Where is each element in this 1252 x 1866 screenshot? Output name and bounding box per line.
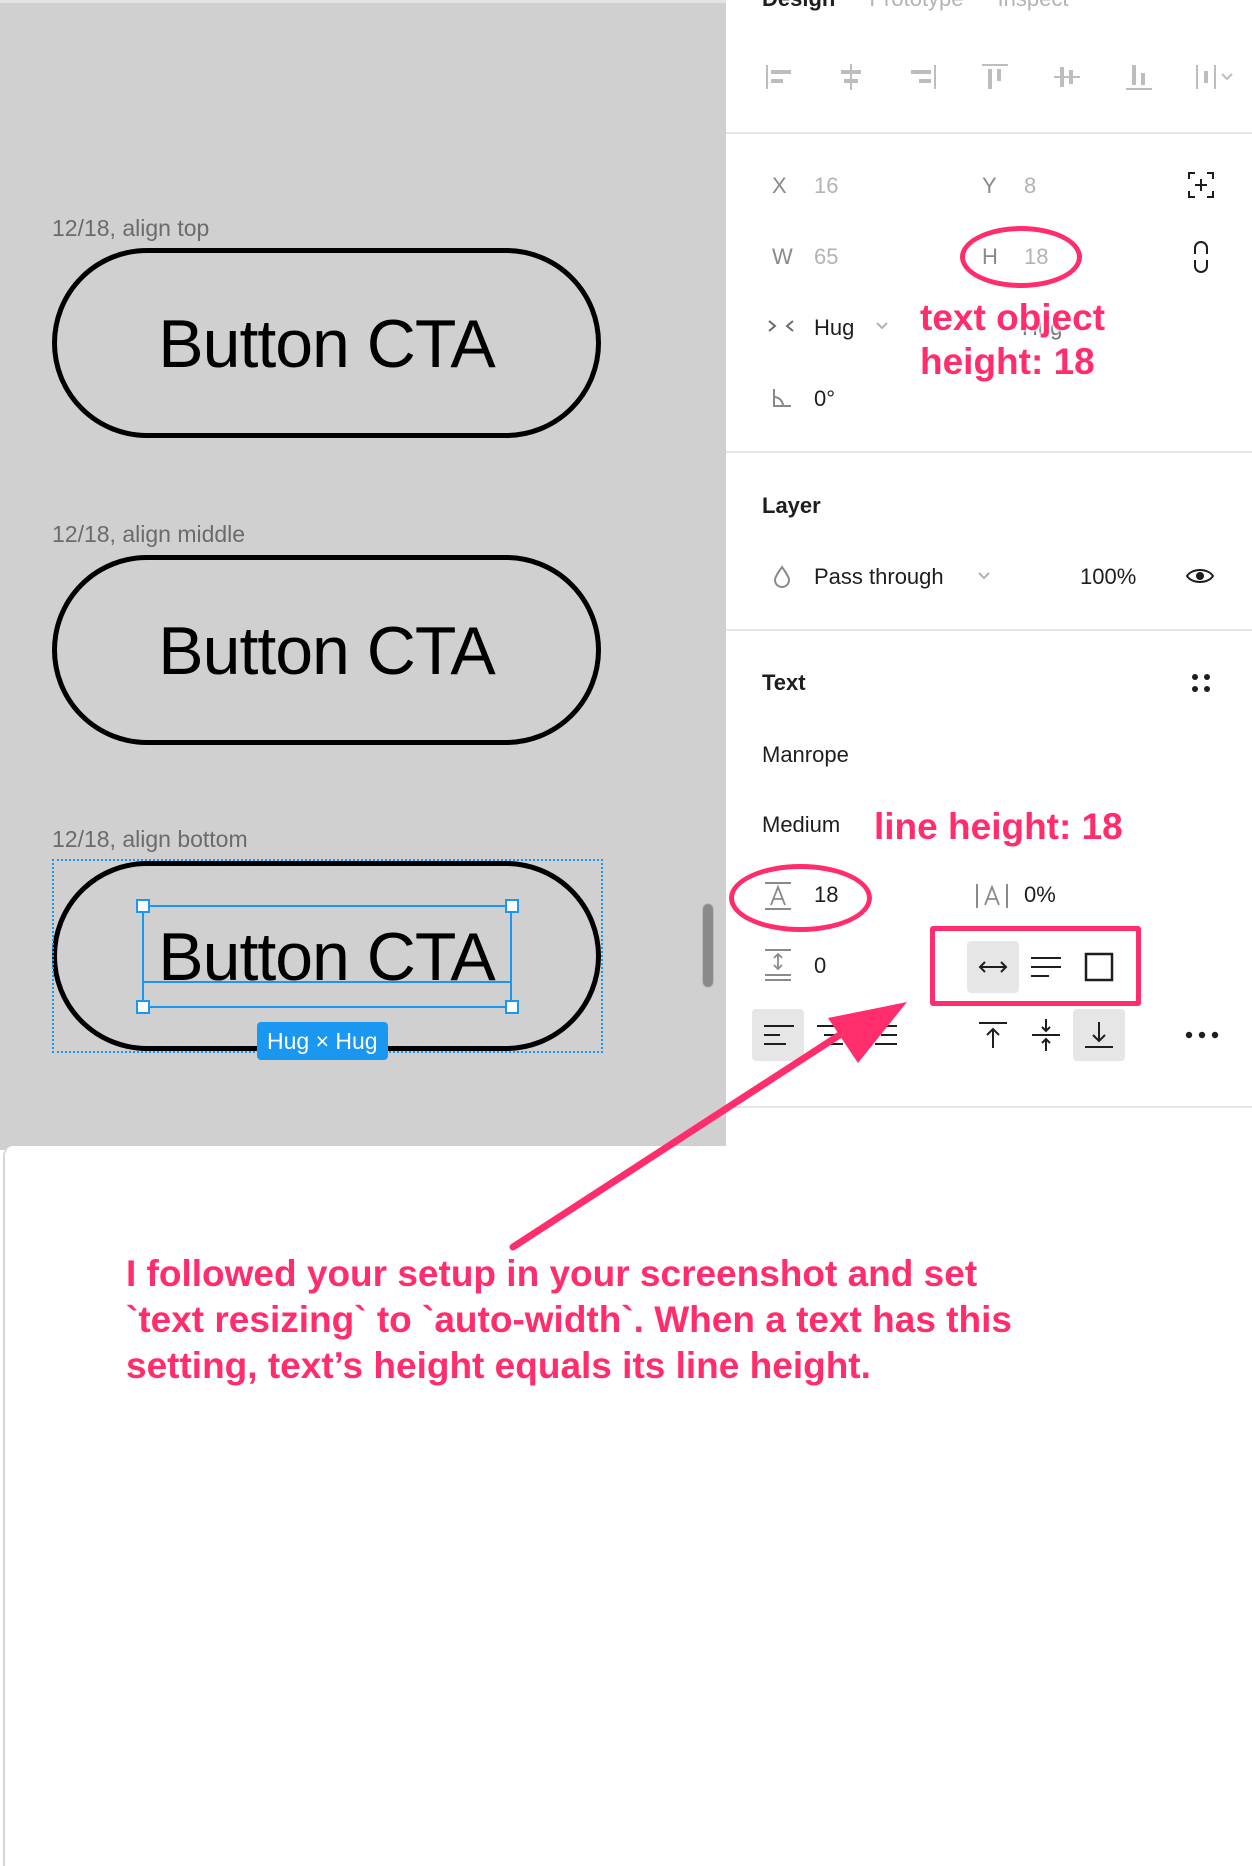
resize-handle-bottom-left[interactable] bbox=[136, 1000, 150, 1014]
frame-label-align-middle[interactable]: 12/18, align middle bbox=[52, 521, 245, 548]
explanation-annotation: I followed your setup in your screenshot… bbox=[126, 1253, 1012, 1386]
height-field-highlight-ellipse bbox=[960, 226, 1082, 288]
section-divider bbox=[726, 1106, 1252, 1108]
frame-label-align-top[interactable]: 12/18, align top bbox=[52, 215, 209, 242]
vertical-align-bottom-icon[interactable] bbox=[1073, 1009, 1125, 1061]
letter-spacing-input[interactable]: 0% bbox=[1024, 882, 1056, 908]
layer-section-title: Layer bbox=[762, 493, 821, 518]
canvas-scrollbar[interactable] bbox=[702, 903, 714, 988]
text-align-right-icon[interactable] bbox=[856, 1009, 908, 1061]
button-frame-align-top[interactable]: Button CTA bbox=[52, 248, 601, 438]
text-align-left-icon[interactable] bbox=[752, 1009, 804, 1061]
eye-icon[interactable] bbox=[1184, 562, 1216, 590]
align-horizontal-center-icon[interactable] bbox=[834, 58, 868, 96]
resize-handle-bottom-right[interactable] bbox=[505, 1000, 519, 1014]
vertical-align-top-icon[interactable] bbox=[967, 1009, 1019, 1061]
more-options-icon[interactable] bbox=[1182, 1020, 1222, 1050]
text-section-title: Text bbox=[762, 670, 806, 695]
blend-mode-select[interactable]: Pass through bbox=[814, 564, 944, 590]
font-family-select[interactable]: Manrope bbox=[762, 742, 849, 768]
align-bottom-icon[interactable] bbox=[1122, 58, 1156, 96]
section-divider bbox=[726, 132, 1252, 134]
w-input[interactable]: 65 bbox=[814, 244, 838, 270]
chevron-down-icon[interactable] bbox=[976, 568, 992, 584]
panel-tabs: Design Prototype Inspect bbox=[762, 0, 1068, 12]
distribute-icon[interactable] bbox=[1194, 58, 1238, 96]
y-label: Y bbox=[982, 173, 997, 198]
x-input[interactable]: 16 bbox=[814, 173, 838, 199]
chevron-down-icon[interactable] bbox=[874, 318, 890, 334]
button-text[interactable]: Button CTA bbox=[57, 612, 596, 690]
alignment-toolbar bbox=[762, 58, 1238, 96]
tab-prototype[interactable]: Prototype bbox=[869, 0, 963, 12]
align-vertical-center-icon[interactable] bbox=[1050, 58, 1084, 96]
paragraph-spacing-input[interactable]: 0 bbox=[814, 953, 826, 979]
paragraph-spacing-icon bbox=[762, 948, 794, 982]
vertical-align-middle-icon[interactable] bbox=[1020, 1009, 1072, 1061]
line-height-annotation: line height: 18 bbox=[874, 806, 1123, 847]
button-text[interactable]: Button CTA bbox=[57, 305, 596, 383]
frame-label-align-bottom[interactable]: 12/18, align bottom bbox=[52, 826, 248, 853]
resize-handle-top-right[interactable] bbox=[505, 899, 519, 913]
width-sizing-select[interactable]: Hug bbox=[814, 315, 854, 341]
tab-design[interactable]: Design bbox=[762, 0, 835, 12]
constrain-proportions-icon[interactable] bbox=[1190, 240, 1212, 274]
align-top-icon[interactable] bbox=[978, 58, 1012, 96]
letter-spacing-icon bbox=[972, 880, 1012, 912]
height-annotation-line2: height: 18 bbox=[920, 341, 1095, 382]
blend-mode-icon bbox=[770, 564, 794, 590]
y-input[interactable]: 8 bbox=[1024, 173, 1036, 199]
height-annotation-line1: text object bbox=[920, 297, 1106, 338]
rotation-input[interactable]: 0° bbox=[814, 386, 835, 412]
resize-handle-top-left[interactable] bbox=[136, 899, 150, 913]
text-align-center-icon[interactable] bbox=[806, 1009, 858, 1061]
align-left-icon[interactable] bbox=[762, 58, 796, 96]
constraints-icon[interactable] bbox=[1186, 170, 1216, 200]
w-label: W bbox=[772, 244, 793, 269]
horizontal-resizing-icon bbox=[766, 314, 796, 338]
text-baseline-indicator bbox=[142, 981, 510, 983]
section-divider bbox=[726, 629, 1252, 631]
button-frame-align-middle[interactable]: Button CTA bbox=[52, 555, 601, 745]
text-resizing-highlight-box bbox=[930, 926, 1141, 1006]
x-label: X bbox=[772, 173, 787, 198]
line-height-highlight-ellipse bbox=[729, 864, 872, 932]
design-canvas[interactable]: 12/18, align top Button CTA 12/18, align… bbox=[0, 0, 726, 1150]
size-badge: Hug × Hug bbox=[257, 1022, 388, 1060]
rotation-icon bbox=[770, 386, 794, 410]
tab-inspect[interactable]: Inspect bbox=[998, 0, 1069, 12]
text-selection-box[interactable] bbox=[142, 905, 512, 1008]
height-annotation: text object height: 18 bbox=[920, 296, 1105, 384]
text-styles-icon[interactable] bbox=[1188, 670, 1214, 696]
font-weight-select[interactable]: Medium bbox=[762, 812, 840, 838]
align-right-icon[interactable] bbox=[906, 58, 940, 96]
opacity-input[interactable]: 100% bbox=[1080, 564, 1136, 590]
section-divider bbox=[726, 451, 1252, 453]
